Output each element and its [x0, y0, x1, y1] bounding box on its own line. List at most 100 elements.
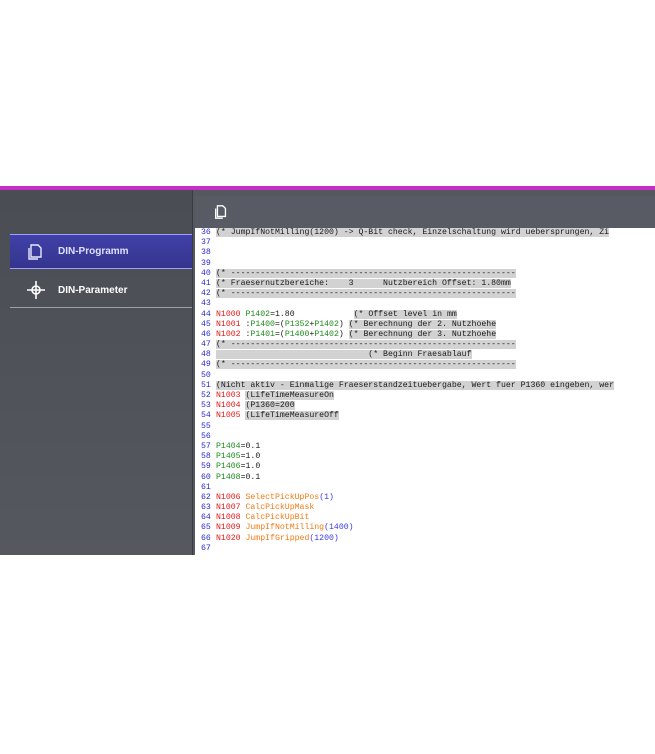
- copy-document-icon[interactable]: [211, 202, 231, 222]
- code-token: (1200): [309, 533, 339, 543]
- code-token: (LifeTimeMeasureOn: [245, 391, 334, 400]
- code-token: (* -------------------------------------…: [216, 268, 516, 278]
- code-text: P1404=0.1: [216, 442, 260, 451]
- code-line: 67: [195, 544, 655, 554]
- code-text: (* Fraesernutzbereiche: 3 Nutzbereich Of…: [216, 278, 511, 288]
- code-line: 49 (* -----------------------------------…: [195, 360, 655, 370]
- code-line: 46 N1002 :P1401=(P1400+P1402) (* Berechnu…: [195, 329, 655, 340]
- line-number: 65: [201, 523, 211, 533]
- code-token: (* JumpIfNotMilling(1200) -> Q-Bit check…: [216, 228, 610, 237]
- code-token: CalcPickUpBit: [245, 513, 310, 523]
- code-token: P1408: [216, 472, 241, 482]
- copy-document-icon: [24, 240, 48, 264]
- code-token: =0.1: [240, 441, 261, 451]
- editor-pane: 36 (* JumpIfNotMilling(1200) -> Q-Bit che…: [195, 196, 655, 555]
- line-number: 57: [201, 441, 211, 451]
- code-line: 61: [195, 483, 655, 493]
- line-number: 50: [201, 370, 211, 380]
- code-line: 52 N1003 (LifeTimeMeasureOn: [195, 391, 655, 401]
- line-number: 62: [201, 492, 211, 502]
- line-number: 54: [201, 411, 211, 421]
- code-token: P1402: [314, 329, 339, 339]
- line-number: 42: [201, 289, 211, 299]
- code-token: SelectPickUpPos: [245, 492, 320, 502]
- code-token: CalcPickUpMask: [245, 503, 315, 513]
- code-text: N1001 :P1400=(P1352+P1402) (* Berechnung…: [216, 319, 497, 329]
- code-token: P1404: [216, 441, 241, 451]
- code-token: ): [338, 319, 349, 329]
- code-token: N1008: [216, 513, 246, 523]
- line-number: 64: [201, 513, 211, 523]
- code-token: N1009: [216, 523, 246, 533]
- code-line: 39: [195, 259, 655, 269]
- code-text: N1007 CalcPickUpMask: [216, 503, 314, 512]
- line-number: 52: [201, 391, 211, 400]
- code-text: N1008 CalcPickUpBit: [216, 513, 309, 522]
- code-token: =(: [274, 329, 285, 339]
- line-number: 46: [201, 329, 211, 339]
- code-text: N1004 (P1360=200: [216, 401, 295, 411]
- line-number: 36: [201, 228, 211, 237]
- code-token: N1002: [216, 329, 246, 339]
- code-text: P1405=1.0: [216, 452, 260, 461]
- line-number: 39: [201, 258, 211, 268]
- code-text: (* JumpIfNotMilling(1200) -> Q-Bit check…: [216, 228, 610, 237]
- code-token: (1): [319, 492, 334, 502]
- code-token: =1.0: [240, 462, 261, 472]
- code-line: 54 N1005 (LifeTimeMeasureOff: [195, 411, 655, 421]
- line-number: 37: [201, 238, 211, 248]
- code-token: N1020: [216, 533, 246, 543]
- code-text: N1003 (LifeTimeMeasureOn: [216, 391, 334, 400]
- code-text: (* -------------------------------------…: [216, 360, 516, 370]
- line-number: 47: [201, 340, 211, 350]
- code-text: (* -------------------------------------…: [216, 340, 516, 350]
- code-line: 41 (* Fraesernutzbereiche: 3 Nutzbereich …: [195, 278, 655, 289]
- code-line: 38: [195, 248, 655, 258]
- sidebar: DIN-Programm DIN-Parameter: [0, 190, 193, 555]
- line-number: 58: [201, 452, 211, 462]
- code-editor[interactable]: 36 (* JumpIfNotMilling(1200) -> Q-Bit che…: [195, 228, 655, 555]
- line-number: 56: [201, 431, 211, 441]
- code-token: N1006: [216, 492, 246, 502]
- code-line: 36 (* JumpIfNotMilling(1200) -> Q-Bit che…: [195, 228, 655, 238]
- code-token: (1400): [324, 523, 354, 533]
- code-text: N1000 P1402=1.80 (* Offset level in mm: [216, 309, 457, 319]
- code-text: (* -------------------------------------…: [216, 289, 516, 299]
- code-line: 43: [195, 299, 655, 309]
- sidebar-item-din-parameter[interactable]: DIN-Parameter: [10, 273, 192, 308]
- code-text: N1009 JumpIfNotMilling(1400): [216, 523, 354, 532]
- code-token: P1352: [284, 319, 310, 329]
- code-token: P1406: [216, 462, 241, 472]
- code-text: (Nicht aktiv - Einmalige Fraeserstandzei…: [216, 380, 614, 390]
- code-token: N1003: [216, 391, 246, 400]
- code-token: (Nicht aktiv - Einmalige Fraeserstandzei…: [216, 380, 614, 390]
- code-line: 62 N1006 SelectPickUpPos(1): [195, 493, 655, 503]
- code-text: N1006 SelectPickUpPos(1): [216, 493, 334, 502]
- sidebar-item-din-programm[interactable]: DIN-Programm: [10, 234, 192, 269]
- code-token: =(: [274, 319, 285, 329]
- crosshair-icon: [24, 278, 48, 302]
- code-line: 63 N1007 CalcPickUpMask: [195, 503, 655, 513]
- line-number: 53: [201, 401, 211, 411]
- code-line: 47 (* -----------------------------------…: [195, 340, 655, 350]
- code-token: (* Offset level in mm: [353, 309, 457, 319]
- sidebar-item-label: DIN-Programm: [58, 246, 129, 257]
- line-number: 44: [201, 309, 211, 319]
- code-line: 56: [195, 432, 655, 442]
- code-token: =0.1: [240, 472, 261, 482]
- code-token: P1405: [216, 452, 241, 462]
- code-line: 51 (Nicht aktiv - Einmalige Fraeserstandz…: [195, 380, 655, 391]
- code-token: =1.80: [270, 309, 354, 319]
- line-number: 48: [201, 350, 211, 360]
- code-text: N1005 (LifeTimeMeasureOff: [216, 411, 339, 421]
- code-token: P1400: [284, 329, 310, 339]
- code-text: N1020 JumpIfGripped(1200): [216, 534, 339, 543]
- code-token: =1.0: [240, 452, 261, 462]
- line-number: 55: [201, 421, 211, 431]
- line-number: 49: [201, 360, 211, 370]
- line-number: 60: [201, 472, 211, 482]
- sidebar-item-label: DIN-Parameter: [58, 284, 128, 296]
- code-line: 50: [195, 371, 655, 381]
- code-token: JumpIfNotMilling: [245, 523, 325, 533]
- editor-toolbar: [195, 196, 655, 228]
